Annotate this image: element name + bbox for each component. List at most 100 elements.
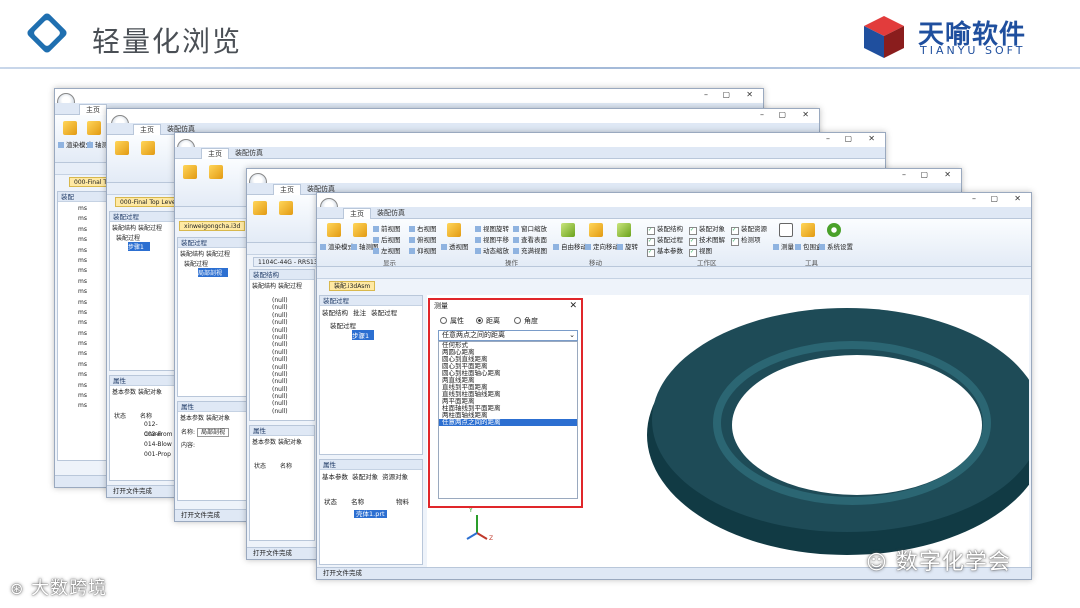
- tab-assembly-objects[interactable]: 装配对象: [138, 389, 162, 396]
- minimize-button[interactable]: –: [760, 110, 764, 119]
- table-row[interactable]: 014-Blow: [144, 440, 174, 450]
- radio-angle[interactable]: 角度: [514, 316, 538, 326]
- list-item[interactable]: (null): [272, 349, 314, 356]
- maximize-button[interactable]: ▢: [920, 170, 928, 179]
- tab-home[interactable]: 主页: [79, 104, 107, 115]
- bottom-view-button[interactable]: 仰视图: [409, 245, 437, 255]
- tab-assembly-structure[interactable]: 装配结构: [252, 283, 276, 290]
- rotate-icon[interactable]: [617, 223, 631, 237]
- tab-assembly-structure[interactable]: 装配结构: [112, 225, 136, 232]
- tab-basic-params[interactable]: 基本参数: [180, 415, 204, 422]
- measure-type-select[interactable]: 任意两点之间的距离 ⌄: [438, 330, 578, 341]
- measure-type-option[interactable]: 任意两点之间的距离: [439, 419, 577, 426]
- axis-view-icon[interactable]: [353, 223, 367, 237]
- bounding-box-icon[interactable]: [801, 223, 815, 237]
- document-tab[interactable]: xinweigongcha.i3d: [179, 221, 246, 231]
- tab-assembly-process[interactable]: 装配过程: [206, 251, 230, 258]
- left-view-button[interactable]: 左视图: [373, 245, 401, 255]
- view-rotate-button[interactable]: 视图旋转: [475, 223, 509, 233]
- measure-button[interactable]: 测量: [773, 241, 794, 251]
- close-icon[interactable]: ✕: [569, 301, 577, 311]
- tab-home[interactable]: 主页: [273, 184, 301, 195]
- rotate-button[interactable]: 旋转: [617, 241, 638, 251]
- radio-distance[interactable]: 距离: [476, 316, 500, 326]
- list-item[interactable]: (null): [272, 297, 314, 304]
- list-item[interactable]: (null): [272, 304, 314, 311]
- list-item[interactable]: (null): [272, 312, 314, 319]
- list-item[interactable]: ms: [78, 214, 106, 224]
- tab-assembly-objects[interactable]: 装配对象: [278, 439, 302, 446]
- tab-annotation[interactable]: 批注: [353, 309, 366, 317]
- tab-home[interactable]: 主页: [201, 148, 229, 159]
- document-tab[interactable]: 装配.i3dAsm: [329, 281, 376, 291]
- tab-basic-params[interactable]: 基本参数: [322, 473, 348, 481]
- minimize-button[interactable]: –: [972, 194, 976, 203]
- measure-icon[interactable]: [779, 223, 793, 237]
- dir-move-icon[interactable]: [589, 223, 603, 237]
- tree-root[interactable]: 装配过程: [110, 233, 174, 242]
- list-item[interactable]: ms: [78, 401, 106, 411]
- list-item[interactable]: (null): [272, 341, 314, 348]
- list-item[interactable]: ms: [78, 349, 106, 359]
- list-item[interactable]: ms: [78, 381, 106, 391]
- list-item[interactable]: ms: [78, 360, 106, 370]
- minimize-button[interactable]: –: [704, 90, 708, 99]
- free-move-icon[interactable]: [561, 223, 575, 237]
- list-item[interactable]: ms: [78, 277, 106, 287]
- list-item[interactable]: ms: [78, 370, 106, 380]
- maximize-button[interactable]: ▢: [778, 110, 786, 119]
- fit-view-button[interactable]: 充满视图: [513, 245, 547, 255]
- check-basic-params[interactable]: 基本参数: [647, 245, 683, 257]
- list-item[interactable]: ms: [78, 235, 106, 245]
- measure-dialog[interactable]: 测量 ✕ 属性 距离 角度 任意两点之间的距离 ⌄ 任何形式 两圆心距离 圆心到直线…: [428, 298, 583, 508]
- minimize-button[interactable]: –: [902, 170, 906, 179]
- gear-icon[interactable]: [827, 223, 841, 237]
- render-mode-icon[interactable]: [327, 223, 341, 237]
- tab-assembly-structure[interactable]: 装配结构: [322, 309, 348, 317]
- close-button[interactable]: ✕: [1014, 194, 1021, 203]
- tab-assembly-objects[interactable]: 装配对象: [352, 473, 378, 481]
- render-mode-button[interactable]: 渲染模式: [320, 241, 354, 251]
- tab-basic-params[interactable]: 基本参数: [112, 389, 136, 396]
- free-move-button[interactable]: 自由移动: [553, 241, 587, 251]
- tree-root[interactable]: 装配过程: [320, 318, 422, 330]
- see-through-icon[interactable]: [447, 223, 461, 237]
- maximize-button[interactable]: ▢: [844, 134, 852, 143]
- tab-basic-params[interactable]: 基本参数: [252, 439, 276, 446]
- axis-view-icon[interactable]: [209, 165, 223, 179]
- list-item[interactable]: ms: [78, 329, 106, 339]
- render-mode-icon[interactable]: [63, 121, 77, 135]
- list-item[interactable]: (null): [272, 386, 314, 393]
- tree-root[interactable]: 装配过程: [178, 259, 246, 268]
- list-item[interactable]: ms: [78, 256, 106, 266]
- tree-step[interactable]: 步骤1: [352, 330, 374, 340]
- list-item[interactable]: ms: [78, 308, 106, 318]
- list-item[interactable]: (null): [272, 334, 314, 341]
- window-zoom-button[interactable]: 窗口缩放: [513, 223, 547, 233]
- dir-move-button[interactable]: 定向移动: [585, 241, 619, 251]
- maximize-button[interactable]: ▢: [990, 194, 998, 203]
- see-through-button[interactable]: 透视图: [441, 241, 469, 251]
- name-field[interactable]: 局部剖视: [196, 428, 229, 437]
- list-item[interactable]: (null): [272, 319, 314, 326]
- list-item[interactable]: ms: [78, 225, 106, 235]
- render-mode-icon[interactable]: [183, 165, 197, 179]
- list-item[interactable]: ms: [78, 246, 106, 256]
- measure-type-list[interactable]: 任何形式 两圆心距离 圆心到直线距离 圆心到平面距离 圆心到柱面轴心距离 两直线距离 直线到…: [438, 341, 578, 499]
- tab-assembly-objects[interactable]: 装配对象: [206, 415, 230, 422]
- axis-view-icon[interactable]: [279, 201, 293, 215]
- view-pan-button[interactable]: 视图平移: [475, 234, 509, 244]
- list-item[interactable]: (null): [272, 364, 314, 371]
- render-mode-icon[interactable]: [115, 141, 129, 155]
- maximize-button[interactable]: ▢: [722, 90, 730, 99]
- list-item[interactable]: ms: [78, 298, 106, 308]
- close-button[interactable]: ✕: [802, 110, 809, 119]
- list-item[interactable]: (null): [272, 371, 314, 378]
- right-view-button[interactable]: 右视图: [409, 223, 437, 233]
- tab-assembly-structure[interactable]: 装配结构: [180, 251, 204, 258]
- table-row[interactable]: 003-From: [144, 430, 174, 440]
- back-view-button[interactable]: 后视图: [373, 234, 401, 244]
- tab-assembly-process[interactable]: 装配过程: [371, 309, 397, 317]
- tree-step[interactable]: 局部剖视: [198, 268, 228, 277]
- list-item[interactable]: ms: [78, 287, 106, 297]
